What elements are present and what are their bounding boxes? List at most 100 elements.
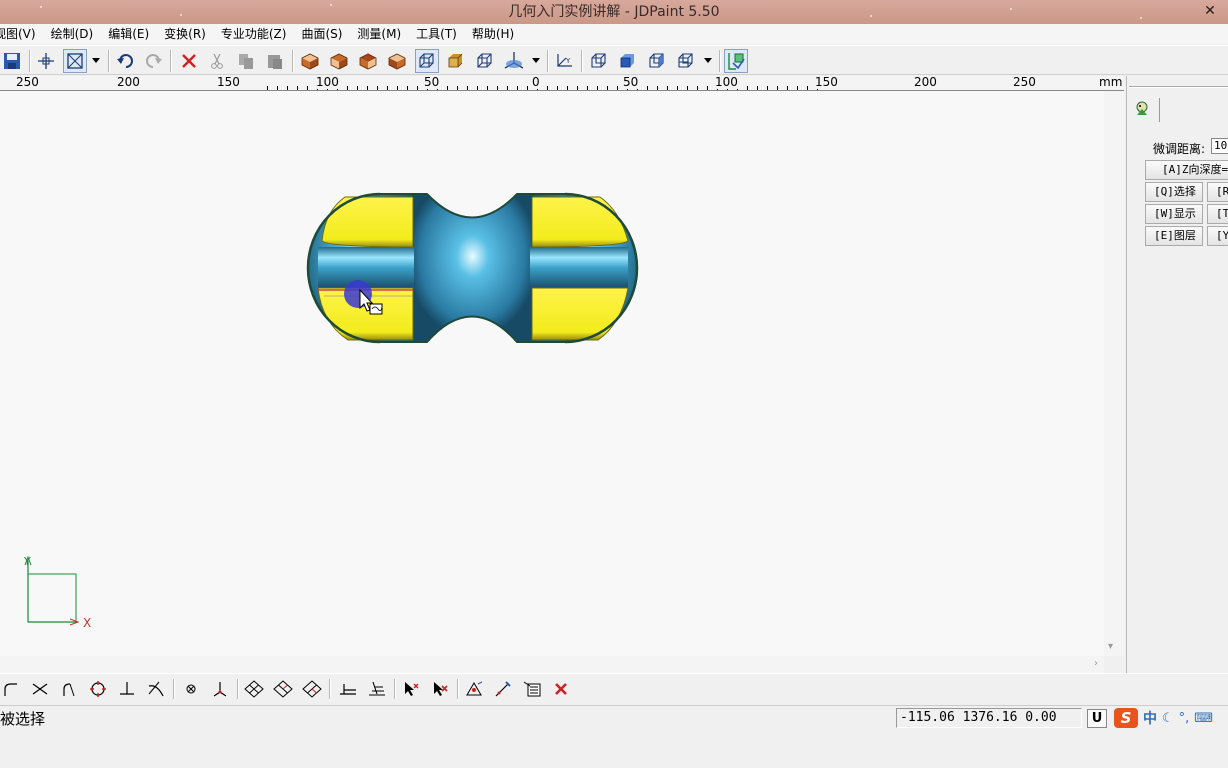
ruler-tick xyxy=(277,86,278,90)
box-top-icon[interactable] xyxy=(616,49,640,73)
grid-diamond-1-icon[interactable] xyxy=(242,678,266,700)
scroll-down-icon[interactable]: ▾ xyxy=(1108,641,1113,652)
ruler-tick xyxy=(787,86,788,90)
close-icon[interactable]: ✕ xyxy=(1202,3,1218,19)
r-button[interactable]: [R xyxy=(1207,182,1228,202)
sogou-ime-logo[interactable]: S xyxy=(1114,708,1138,728)
snow-decoration xyxy=(180,14,182,16)
edit-node-icon[interactable] xyxy=(491,678,515,700)
status-message: 被选择 xyxy=(0,710,46,728)
wire-box-view-2-icon[interactable] xyxy=(473,49,497,73)
perpendicular-icon[interactable] xyxy=(115,678,139,700)
undo-icon[interactable] xyxy=(113,49,137,73)
surface-multi-icon[interactable] xyxy=(365,678,389,700)
t-button[interactable]: [T] xyxy=(1207,204,1228,224)
axis-x-label: X xyxy=(83,616,91,630)
moon-icon[interactable]: ☾ xyxy=(1162,711,1174,726)
y-button[interactable]: [Y xyxy=(1207,226,1228,246)
jdpaint-window: 几何入门实例讲解 - JDPaint 5.50 ✕ 视图(V) 绘制(D) 编辑… xyxy=(0,0,1228,768)
adjust-distance-input[interactable]: 100 xyxy=(1211,138,1228,154)
u-toggle-button[interactable]: U xyxy=(1087,709,1107,728)
surface-plane-icon[interactable] xyxy=(336,678,360,700)
adjust-distance-label: 微调距离: xyxy=(1153,142,1206,156)
trim-cross-icon[interactable] xyxy=(28,678,52,700)
shaded-box-view-1-icon[interactable] xyxy=(298,49,322,73)
box-front-icon[interactable] xyxy=(587,49,611,73)
menu-bar: 视图(V) 绘制(D) 编辑(E) 变换(R) 专业功能(Z) 曲面(S) 测量… xyxy=(0,24,1228,44)
layer-button[interactable]: [E]图层 xyxy=(1145,226,1203,246)
ruler-tick xyxy=(807,86,808,90)
svg-text:Y: Y xyxy=(565,57,571,65)
menu-measure[interactable]: 测量(M) xyxy=(350,24,409,44)
dropdown-arrow-icon[interactable] xyxy=(88,49,104,73)
menu-help[interactable]: 帮助(H) xyxy=(465,24,522,44)
save-icon[interactable] xyxy=(0,49,24,73)
ruler-tick xyxy=(567,86,568,90)
panel-tab-icon[interactable] xyxy=(1133,100,1153,118)
wire-box-view-1-icon[interactable] xyxy=(415,49,439,73)
ime-language[interactable]: 中 xyxy=(1143,708,1157,728)
copy-icon[interactable] xyxy=(234,49,258,73)
transform-node-icon[interactable] xyxy=(462,678,486,700)
dropdown-arrow-icon[interactable] xyxy=(700,49,716,73)
axis-icon[interactable]: Y xyxy=(552,49,576,73)
ruler-tick xyxy=(267,86,268,90)
display-button[interactable]: [W]显示 xyxy=(1145,204,1203,224)
title-bar: 几何入门实例讲解 - JDPaint 5.50 ✕ xyxy=(0,0,1228,24)
ruler-tick xyxy=(597,86,598,90)
ruler-tick xyxy=(707,86,708,90)
ruler-tick xyxy=(587,86,588,90)
box-side-icon[interactable] xyxy=(645,49,669,73)
view-orient-icon[interactable] xyxy=(502,49,526,73)
pick-cursor-1-icon[interactable] xyxy=(399,678,423,700)
menu-tools[interactable]: 工具(T) xyxy=(409,24,465,44)
cancel-icon[interactable] xyxy=(549,678,573,700)
main-toolbar: Y xyxy=(0,45,1228,75)
ruler-tick xyxy=(357,86,358,90)
select-button[interactable]: [Q]选择 xyxy=(1145,182,1203,202)
drawing-canvas[interactable]: Y X xyxy=(0,91,1104,656)
node-edit-icon[interactable] xyxy=(208,678,232,700)
keyboard-icon[interactable]: ⌨ xyxy=(1194,711,1213,726)
circle-point-icon[interactable] xyxy=(86,678,110,700)
delete-icon[interactable] xyxy=(177,49,201,73)
pick-cursor-2-icon[interactable] xyxy=(428,678,452,700)
solid-box-view-icon[interactable] xyxy=(444,49,468,73)
ruler-label: 200 xyxy=(116,75,141,89)
menu-draw[interactable]: 绘制(D) xyxy=(44,24,102,44)
grid-diamond-2-icon[interactable] xyxy=(271,678,295,700)
list-select-icon[interactable] xyxy=(520,678,544,700)
shaded-box-view-2-icon[interactable] xyxy=(327,49,351,73)
crosshair-icon[interactable] xyxy=(34,49,58,73)
ruler-tick xyxy=(457,86,458,90)
grid-diamond-3-icon[interactable] xyxy=(300,678,324,700)
vertical-scrollbar[interactable]: ▾ xyxy=(1104,91,1124,656)
ruler-tick xyxy=(677,86,678,90)
menu-transform[interactable]: 变换(R) xyxy=(157,24,214,44)
window-select-icon[interactable] xyxy=(63,49,87,73)
shaded-box-view-4-icon[interactable] xyxy=(385,49,409,73)
cut-icon[interactable] xyxy=(205,49,229,73)
horizontal-scrollbar[interactable]: › xyxy=(0,656,1104,673)
box-iso-icon[interactable] xyxy=(674,49,698,73)
menu-surface[interactable]: 曲面(S) xyxy=(294,24,350,44)
dropdown-arrow-icon[interactable] xyxy=(528,49,544,73)
menu-professional[interactable]: 专业功能(Z) xyxy=(214,24,295,44)
ruler-tick xyxy=(517,86,518,90)
tangent-icon[interactable] xyxy=(144,678,168,700)
layer-check-icon[interactable] xyxy=(724,49,748,73)
redo-icon[interactable] xyxy=(142,49,166,73)
punctuation-icon[interactable]: °, xyxy=(1179,711,1190,726)
menu-view[interactable]: 视图(V) xyxy=(0,24,44,44)
corner-arc-icon[interactable] xyxy=(0,678,22,700)
paste-icon[interactable] xyxy=(263,49,287,73)
snow-decoration xyxy=(870,15,872,17)
scroll-right-icon[interactable]: › xyxy=(1094,658,1098,669)
z-depth-button[interactable]: [A]Z向深度=0 xyxy=(1145,160,1228,180)
menu-edit[interactable]: 编辑(E) xyxy=(101,24,157,44)
ruler-label: 150 xyxy=(814,75,839,89)
shaded-box-view-3-icon[interactable] xyxy=(356,49,380,73)
intersect-point-icon[interactable] xyxy=(179,678,203,700)
fillet-icon[interactable] xyxy=(57,678,81,700)
ruler-tick xyxy=(577,86,578,90)
